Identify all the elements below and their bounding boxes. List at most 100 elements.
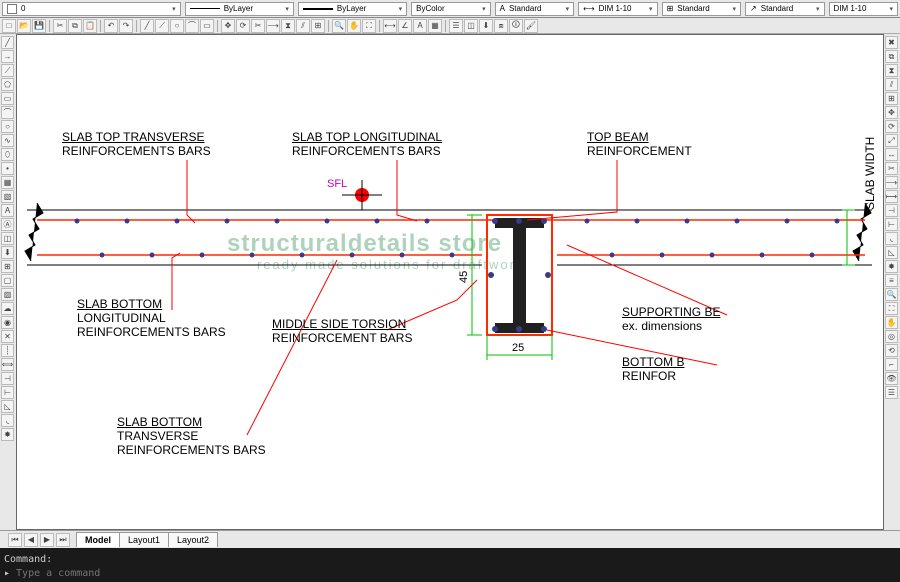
point-icon[interactable]: • xyxy=(1,162,14,175)
block-icon[interactable]: ◫ xyxy=(464,19,478,33)
layer-icon[interactable]: ☰ xyxy=(885,386,898,399)
redo-icon[interactable]: ↷ xyxy=(119,19,133,33)
ucs-icon[interactable]: ⌐ xyxy=(885,358,898,371)
save-icon[interactable]: 💾 xyxy=(32,19,46,33)
circle-tool-icon[interactable]: ○ xyxy=(170,19,184,33)
extend-tool-icon[interactable]: ⟶ xyxy=(266,19,280,33)
ellipse-icon[interactable]: ⬯ xyxy=(1,148,14,161)
textstyle-dropdown[interactable]: AStandard▾ xyxy=(495,2,574,16)
tab-prev-icon[interactable]: ◀ xyxy=(24,533,38,547)
paste-icon[interactable]: 📋 xyxy=(83,19,97,33)
linetype1-dropdown[interactable]: ByLayer ▾ xyxy=(185,2,294,16)
mlstyle-dropdown[interactable]: ↗Standard▾ xyxy=(745,2,824,16)
text-tool-icon[interactable]: A xyxy=(413,19,427,33)
tab-next-icon[interactable]: ▶ xyxy=(40,533,54,547)
zoome-icon[interactable]: ⛶ xyxy=(885,302,898,315)
boundary-icon[interactable]: ▢ xyxy=(1,274,14,287)
drawing-canvas[interactable]: structuraldetails store ready made solut… xyxy=(16,34,884,530)
undo-icon[interactable]: ↶ xyxy=(104,19,118,33)
chamfer2-icon[interactable]: ◺ xyxy=(885,246,898,259)
ray-icon[interactable]: → xyxy=(1,50,14,63)
donut-icon[interactable]: ◉ xyxy=(1,316,14,329)
circle-icon[interactable]: ○ xyxy=(1,120,14,133)
zoom-ext-icon[interactable]: ⛶ xyxy=(362,19,376,33)
pline-tool-icon[interactable]: ⟋ xyxy=(155,19,169,33)
rect-tool-icon[interactable]: ▭ xyxy=(200,19,214,33)
arc-icon[interactable]: ⌒ xyxy=(1,106,14,119)
measure-icon[interactable]: ⟺ xyxy=(1,358,14,371)
dimstyle-dropdown[interactable]: ⟷DIM 1-10▾ xyxy=(578,2,657,16)
copy-icon[interactable]: ⧉ xyxy=(68,19,82,33)
match-icon[interactable]: 🖌 xyxy=(524,19,538,33)
rotate-tool-icon[interactable]: ⟳ xyxy=(236,19,250,33)
rect-icon[interactable]: ▭ xyxy=(1,92,14,105)
construction-icon[interactable]: ✕ xyxy=(1,330,14,343)
wipeout-icon[interactable]: ▨ xyxy=(1,288,14,301)
copy2-icon[interactable]: ⧉ xyxy=(885,50,898,63)
tab-last-icon[interactable]: ⏭ xyxy=(56,533,70,547)
insert-icon[interactable]: ⬇ xyxy=(479,19,493,33)
explode-icon[interactable]: ✸ xyxy=(1,428,14,441)
line-tool-icon[interactable]: ╱ xyxy=(140,19,154,33)
pan-icon[interactable]: ✋ xyxy=(347,19,361,33)
array2-icon[interactable]: ⊞ xyxy=(885,92,898,105)
cut-icon[interactable]: ✂ xyxy=(53,19,67,33)
break2-icon[interactable]: ⊣ xyxy=(885,204,898,217)
chamfer-icon[interactable]: ◺ xyxy=(1,400,14,413)
explode2-icon[interactable]: ✸ xyxy=(885,260,898,273)
align-icon[interactable]: ≡ xyxy=(885,274,898,287)
arc-tool-icon[interactable]: ⌒ xyxy=(185,19,199,33)
layer-dropdown[interactable]: 0 ▾ xyxy=(2,2,181,16)
offset-tool-icon[interactable]: ⫽ xyxy=(296,19,310,33)
fillet2-icon[interactable]: ◟ xyxy=(885,232,898,245)
hatch-icon[interactable]: ▦ xyxy=(1,176,14,189)
tab-first-icon[interactable]: ⏮ xyxy=(8,533,22,547)
regen-icon[interactable]: ⟲ xyxy=(885,344,898,357)
dim-linear-icon[interactable]: ⟷ xyxy=(383,19,397,33)
move-tool-icon[interactable]: ✥ xyxy=(221,19,235,33)
tablestyle-dropdown[interactable]: ⊞Standard▾ xyxy=(662,2,741,16)
mirror-tool-icon[interactable]: ⧗ xyxy=(281,19,295,33)
hatch-tool-icon[interactable]: ▦ xyxy=(428,19,442,33)
fillet-icon[interactable]: ◟ xyxy=(1,414,14,427)
block-make-icon[interactable]: ◫ xyxy=(1,232,14,245)
mirror2-icon[interactable]: ⧗ xyxy=(885,64,898,77)
move2-icon[interactable]: ✥ xyxy=(885,106,898,119)
insert2-icon[interactable]: ⬇ xyxy=(1,246,14,259)
dimstyle2-dropdown[interactable]: DIM 1-10▾ xyxy=(829,2,899,16)
text-icon[interactable]: A xyxy=(1,204,14,217)
table-icon[interactable]: ⊞ xyxy=(1,260,14,273)
command-input[interactable] xyxy=(16,568,896,579)
trim-tool-icon[interactable]: ✂ xyxy=(251,19,265,33)
rotate2-icon[interactable]: ⟳ xyxy=(885,120,898,133)
pline-icon[interactable]: ⟋ xyxy=(1,64,14,77)
zoomw-icon[interactable]: 🔍 xyxy=(885,288,898,301)
view-icon[interactable]: 👁 xyxy=(885,372,898,385)
join-icon[interactable]: ⊢ xyxy=(1,386,14,399)
color-dropdown[interactable]: ByColor ▾ xyxy=(411,2,490,16)
offset2-icon[interactable]: ⫽ xyxy=(885,78,898,91)
props-icon[interactable]: 🛈 xyxy=(509,19,523,33)
new-icon[interactable]: □ xyxy=(2,19,16,33)
pan2-icon[interactable]: ✋ xyxy=(885,316,898,329)
orbit-icon[interactable]: ◎ xyxy=(885,330,898,343)
spline-icon[interactable]: ∿ xyxy=(1,134,14,147)
dim-angular-icon[interactable]: ∠ xyxy=(398,19,412,33)
array-tool-icon[interactable]: ⊞ xyxy=(311,19,325,33)
lineweight-dropdown[interactable]: ByLayer ▾ xyxy=(298,2,407,16)
mtext-icon[interactable]: Ⓐ xyxy=(1,218,14,231)
region-icon[interactable]: ▧ xyxy=(1,190,14,203)
line-icon[interactable]: ╱ xyxy=(1,36,14,49)
layer-props-icon[interactable]: ☰ xyxy=(449,19,463,33)
open-icon[interactable]: 📂 xyxy=(17,19,31,33)
erase-icon[interactable]: ✖ xyxy=(885,36,898,49)
extend2-icon[interactable]: ⟶ xyxy=(885,176,898,189)
tab-layout2[interactable]: Layout2 xyxy=(168,532,218,547)
break-icon[interactable]: ⊣ xyxy=(1,372,14,385)
stretch-icon[interactable]: ↔ xyxy=(885,148,898,161)
scale-icon[interactable]: ⤢ xyxy=(885,134,898,147)
tab-model[interactable]: Model xyxy=(76,532,120,547)
polygon-icon[interactable]: ⬠ xyxy=(1,78,14,91)
lengthen-icon[interactable]: ⟼ xyxy=(885,190,898,203)
revcloud-icon[interactable]: ☁ xyxy=(1,302,14,315)
